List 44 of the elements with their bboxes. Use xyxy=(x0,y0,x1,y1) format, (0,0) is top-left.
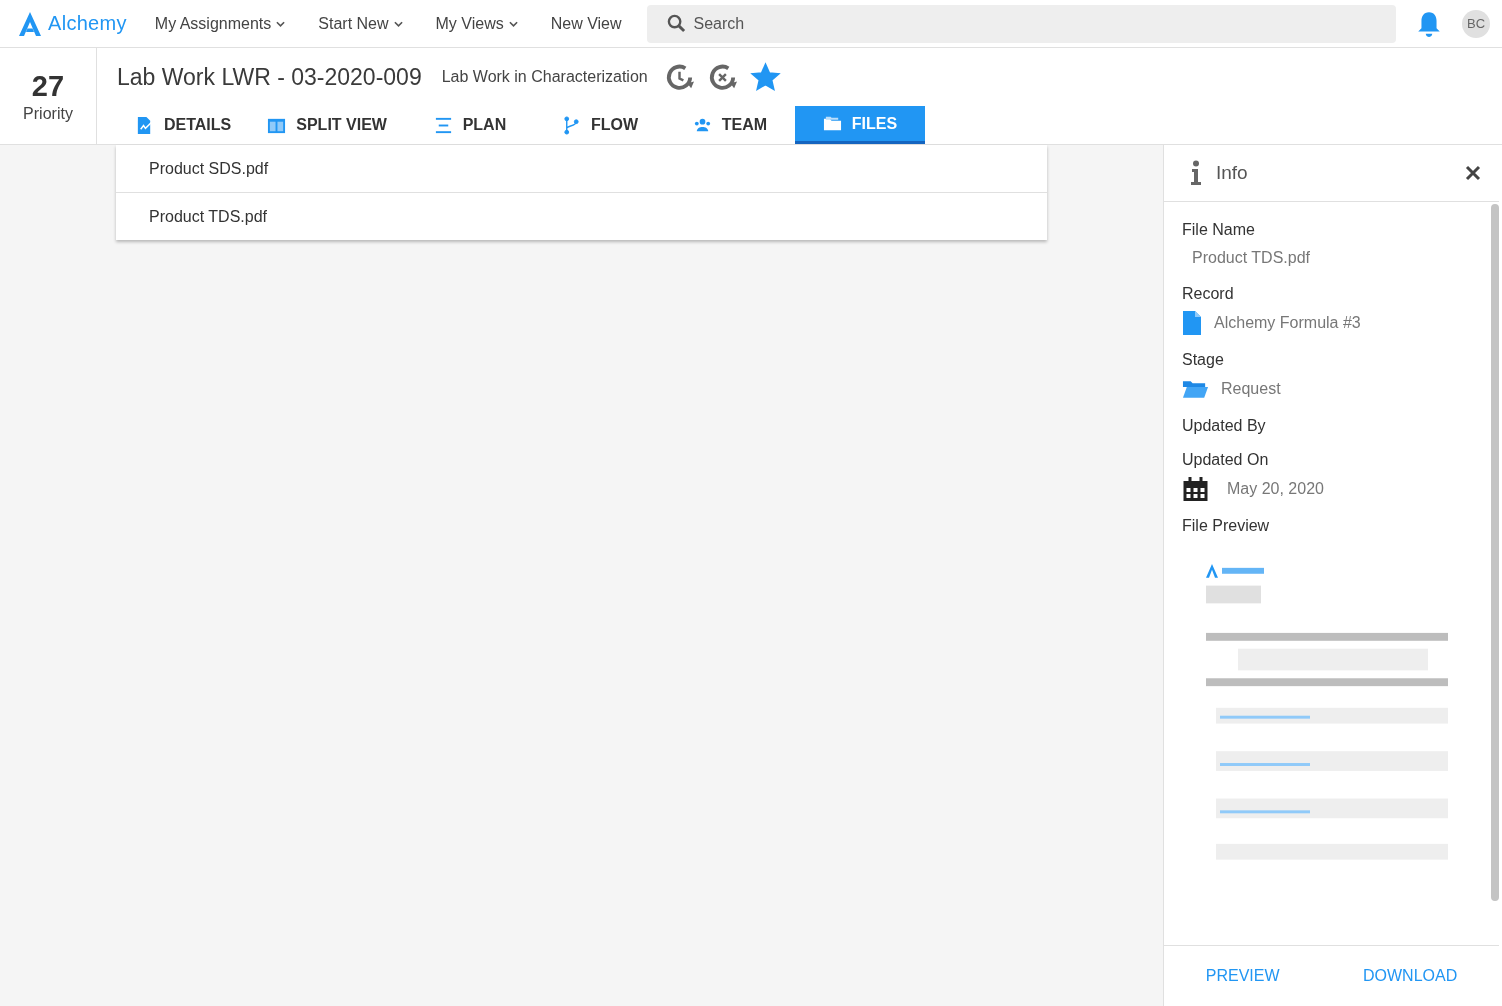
priority-label: Priority xyxy=(23,104,73,123)
tab[interactable]: PLAN xyxy=(404,106,535,144)
tab[interactable]: FLOW xyxy=(534,106,665,144)
nav-menu[interactable]: My Assignments xyxy=(154,14,286,33)
record-link[interactable]: Alchemy Formula #3 xyxy=(1214,314,1361,332)
logo-icon xyxy=(18,10,42,37)
info-icon xyxy=(1190,160,1202,186)
field-label: Record xyxy=(1182,284,1235,304)
field-value: Product TDS.pdf xyxy=(1191,249,1310,267)
field-value: Request xyxy=(1221,380,1281,398)
priority-number: 27 xyxy=(31,69,65,103)
field-label: File Preview xyxy=(1182,516,1271,536)
field-label: File Name xyxy=(1182,220,1256,240)
calendar-icon xyxy=(1182,476,1209,502)
field-label: Stage xyxy=(1182,350,1225,370)
app-name: Alchemy xyxy=(48,12,127,35)
file-item[interactable]: Product SDS.pdf xyxy=(116,145,1047,193)
panel-title: Info xyxy=(1216,162,1249,184)
document-icon xyxy=(1182,310,1202,336)
branch-icon xyxy=(561,115,581,135)
nav-menu[interactable]: My Views xyxy=(435,14,518,33)
bell-icon[interactable] xyxy=(1416,9,1442,38)
tab[interactable]: SPLIT VIEW xyxy=(249,106,405,144)
chevron-icon xyxy=(276,20,286,27)
record-title: Lab Work LWR - 03-2020-009 xyxy=(117,63,422,91)
lines-icon xyxy=(433,115,453,135)
tab[interactable]: TEAM xyxy=(664,106,795,144)
chevron-icon xyxy=(393,20,403,27)
folder-icon xyxy=(822,114,842,133)
search-field[interactable]: Search xyxy=(646,4,1396,43)
document-icon xyxy=(135,115,154,135)
scrollbar[interactable] xyxy=(1491,204,1499,901)
tab[interactable]: DETAILS xyxy=(117,106,250,144)
close-icon[interactable] xyxy=(1465,165,1481,181)
chevron-icon xyxy=(508,20,518,27)
record-status: Lab Work in Characterization xyxy=(441,68,648,86)
nav-menu[interactable]: New View xyxy=(550,14,622,33)
field-label: Updated By xyxy=(1182,416,1267,436)
field-label: Updated On xyxy=(1182,450,1270,470)
nav-menu[interactable]: Start New xyxy=(318,14,403,33)
field-value: May 20, 2020 xyxy=(1227,480,1324,498)
user-avatar[interactable]: BC xyxy=(1462,9,1490,38)
star-icon[interactable] xyxy=(749,61,781,93)
file-item[interactable]: Product TDS.pdf xyxy=(116,193,1047,240)
